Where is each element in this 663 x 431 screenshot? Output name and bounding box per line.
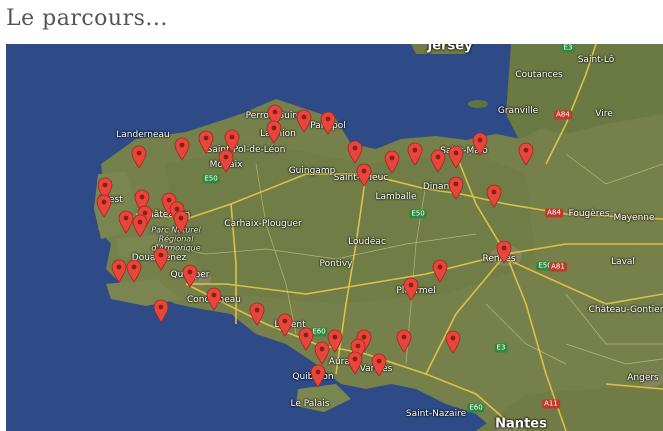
road-shield-e50: E50 [409,209,427,219]
map-marker-icon[interactable] [371,353,387,377]
map-marker-icon[interactable] [356,163,372,187]
place-label-loudeac: Loudéac [348,237,386,247]
map-marker-icon[interactable] [403,277,419,301]
map-marker-icon[interactable] [131,145,147,169]
place-label-laval: Laval [611,257,635,267]
place-label-vire: Vire [595,109,613,119]
map-marker-icon[interactable] [320,111,336,135]
road-shield-a11: A11 [542,399,560,409]
map-marker-icon[interactable] [430,149,446,173]
map-marker-icon[interactable] [296,109,312,133]
place-label-le-palais: Le Palais [290,399,330,409]
map-marker-icon[interactable] [347,351,363,375]
place-label-angers: Angers [627,373,659,383]
map-terrain [6,44,663,431]
map-marker-icon[interactable] [347,140,363,164]
map-marker-icon[interactable] [518,142,534,166]
map[interactable]: JerseySaint-LôCoutancesGranvilleVirePerr… [6,44,663,431]
map-marker-icon[interactable] [298,327,314,351]
map-marker-icon[interactable] [448,176,464,200]
place-label-saint-nazaire: Saint-Nazaire [405,409,467,419]
map-marker-icon[interactable] [198,130,214,154]
map-marker-icon[interactable] [153,247,169,271]
map-marker-icon[interactable] [396,329,412,353]
map-marker-icon[interactable] [132,214,148,238]
map-marker-icon[interactable] [472,132,488,156]
road-shield-e3: E3 [494,343,508,353]
place-label-pontivy: Pontivy [319,259,353,269]
map-marker-icon[interactable] [310,364,326,388]
map-marker-icon[interactable] [407,142,423,166]
map-marker-icon[interactable] [111,259,127,283]
place-label-chateau-gontier: Château-Gontier [588,305,663,315]
place-label-granville: Granville [497,106,539,116]
map-marker-icon[interactable] [448,145,464,169]
place-label-saint-lo: Saint-Lô [577,55,615,65]
map-marker-icon[interactable] [277,313,293,337]
road-shield-e3: E3 [561,44,575,53]
map-marker-icon[interactable] [384,150,400,174]
map-marker-icon[interactable] [486,184,502,208]
place-label-dinan: Dinan [422,182,450,192]
place-label-landerneau: Landerneau [116,130,170,140]
place-label-coutances: Coutances [515,70,563,80]
map-marker-icon[interactable] [218,149,234,173]
map-marker-icon[interactable] [182,264,198,288]
map-marker-icon[interactable] [496,240,512,264]
place-label-fougeres: Fougères [568,209,610,219]
map-marker-icon[interactable] [153,299,169,323]
map-marker-icon[interactable] [445,330,461,354]
road-shield-a81: A81 [549,262,567,272]
map-marker-icon[interactable] [126,259,142,283]
map-marker-icon[interactable] [249,302,265,326]
map-marker-icon[interactable] [96,194,112,218]
map-marker-icon[interactable] [174,137,190,161]
map-marker-icon[interactable] [314,341,330,365]
map-marker-icon[interactable] [173,210,189,234]
place-label-guingamp: Guingamp [288,166,336,176]
place-label-nantes: Nantes [495,416,547,431]
road-shield-a84: A84 [554,110,572,120]
road-shield-e50: E50 [202,174,220,184]
place-label-lamballe: Lamballe [375,192,417,202]
page-title: Le parcours... [6,6,168,31]
map-marker-icon[interactable] [206,287,222,311]
place-label-jersey: Jersey [427,44,473,54]
place-label-mayenne: Mayenne [613,213,655,223]
road-shield-a84: A84 [545,208,563,218]
map-marker-icon[interactable] [432,259,448,283]
road-shield-e60: E60 [467,403,485,413]
place-label-carhaix: Carhaix-Plouguer [224,219,302,229]
map-marker-icon[interactable] [266,120,282,144]
